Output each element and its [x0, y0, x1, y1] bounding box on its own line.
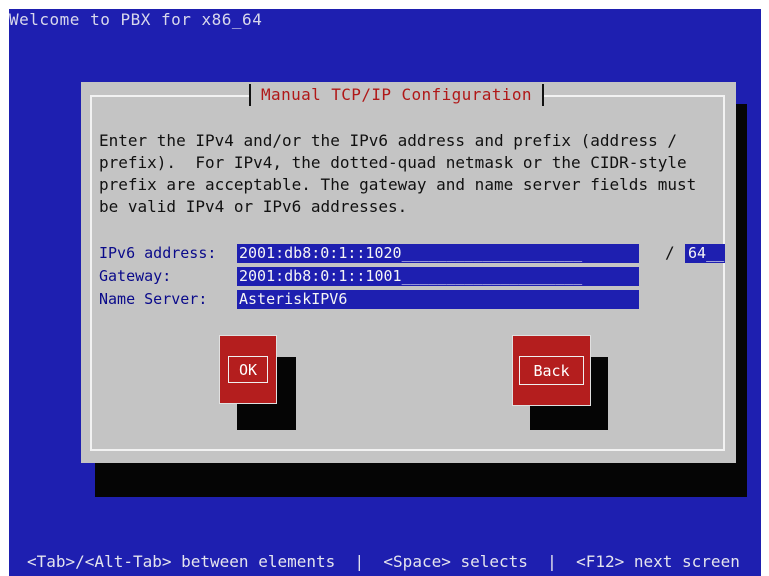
name-server-input[interactable]: AsteriskIPV6: [237, 290, 639, 309]
dialog-description: Enter the IPv4 and/or the IPv6 address a…: [99, 131, 697, 216]
ok-button[interactable]: OK: [219, 335, 277, 404]
gateway-input[interactable]: 2001:db8:0:1::1001____________________: [237, 267, 639, 286]
prefix-input[interactable]: 64__: [685, 244, 725, 263]
gateway-fill: ____________________: [401, 267, 583, 285]
tcpip-config-dialog: Manual TCP/IP Configuration Enter the IP…: [81, 82, 736, 463]
gateway-value: 2001:db8:0:1::1001: [239, 267, 402, 285]
ipv6-address-row: IPv6 address: 2001:db8:0:1::1020________…: [99, 242, 725, 264]
ipv6-address-fill: ____________________: [401, 244, 583, 262]
name-server-label: Name Server:: [99, 290, 208, 308]
name-server-value: AsteriskIPV6: [239, 290, 348, 308]
gateway-label: Gateway:: [99, 267, 172, 285]
dialog-title-box: Manual TCP/IP Configuration: [249, 84, 544, 106]
name-server-row: Name Server: AsteriskIPV6: [99, 288, 719, 310]
prefix-fill: __: [706, 244, 725, 262]
ipv6-address-label: IPv6 address:: [99, 244, 217, 262]
back-button[interactable]: Back: [512, 335, 591, 406]
prefix-value: 64: [688, 244, 707, 262]
ipv6-address-value: 2001:db8:0:1::1020: [239, 244, 402, 262]
dialog-title: Manual TCP/IP Configuration: [261, 85, 532, 104]
ok-button-label: OK: [228, 356, 268, 383]
installer-screen: Welcome to PBX for x86_64 Manual TCP/IP …: [9, 9, 761, 576]
back-button-label: Back: [519, 356, 584, 385]
gateway-row: Gateway: 2001:db8:0:1::1001_____________…: [99, 265, 719, 287]
keyboard-help-bar: <Tab>/<Alt-Tab> between elements | <Spac…: [27, 552, 740, 571]
prefix-separator: /: [665, 243, 675, 262]
ipv6-address-input[interactable]: 2001:db8:0:1::1020____________________: [237, 244, 639, 263]
welcome-banner: Welcome to PBX for x86_64: [9, 10, 263, 29]
